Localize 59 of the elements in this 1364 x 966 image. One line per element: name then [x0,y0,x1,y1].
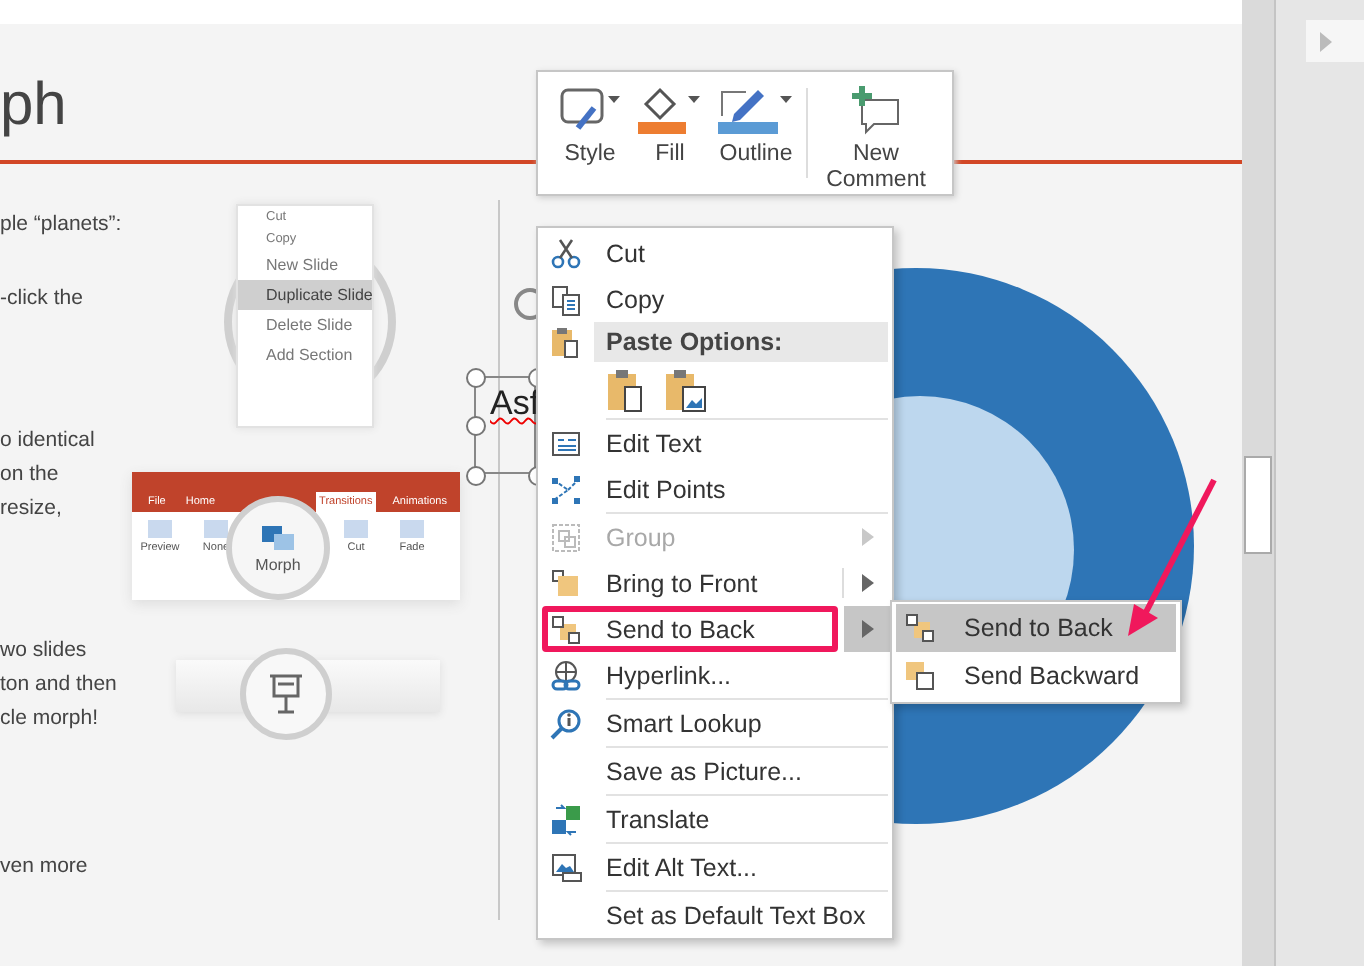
resize-handle[interactable] [466,416,486,436]
menu-item[interactable]: Hyperlink... [538,652,892,698]
menu-item[interactable]: Translate [538,796,892,842]
send-backward-icon [904,660,936,692]
ribbon-label: Morph [255,555,301,573]
menu-item[interactable]: Bring to Front [538,560,892,606]
menu-item[interactable]: Send to Back [538,606,892,652]
effect-thumbnail [148,520,172,538]
toolbar-button[interactable]: Style [550,72,630,194]
resize-handle[interactable] [466,466,486,486]
menu-item[interactable]: Edit Text [538,420,892,466]
scissors-icon [550,237,582,269]
menu-item[interactable]: Save as Picture... [538,748,892,794]
globe-link-icon [550,659,582,691]
menu-item[interactable]: Smart Lookup [538,700,892,746]
send-to-back-icon [550,613,582,645]
menu-item[interactable]: Send Backward [964,662,1140,690]
edit-points-icon [550,473,582,505]
menu-item[interactable]: Set as Default Text Box [538,892,892,938]
resize-handle[interactable] [466,368,486,388]
paint-bucket-icon [638,84,702,136]
effect-thumbnail [400,520,424,538]
scrollbar-thumb[interactable] [1244,456,1272,554]
group-icon [550,521,582,553]
send-to-back-icon [904,612,936,644]
magnifier-info-icon [550,707,582,739]
menu-item[interactable]: Edit Points [538,466,892,512]
slide-title: ph [0,72,67,140]
menu-item[interactable]: Copy [538,276,892,322]
translate-icon [550,803,582,835]
menu-item[interactable]: Edit Alt Text... [538,844,892,890]
toolbar-button[interactable]: New Comment [812,72,940,194]
slide-text: wo slides ton and then cle morph! [0,636,117,734]
bring-to-front-icon [550,567,582,599]
submenu-arrow-icon[interactable] [862,574,874,592]
copy-icon [550,283,582,315]
slide-text: o identical on the resize, [0,426,95,524]
morph-icon [260,523,296,551]
effect-thumbnail [344,520,368,538]
menu-section-header: Paste Options: [594,322,888,362]
toolbar-button[interactable]: Outline [710,72,802,194]
submenu-arrow-icon[interactable] [862,620,874,638]
toolbar-button[interactable]: Fill [630,72,710,194]
picture-icon [550,851,582,883]
slide-text: -click the [0,284,83,314]
menu-item: Group [538,514,892,560]
clipboard-paste-icon[interactable] [606,368,646,412]
text-box-text: Asf [490,384,540,424]
slide-text: ple “planets”: [0,210,122,240]
menu-item[interactable]: Cut [538,230,892,276]
clipboard-icon [550,326,582,358]
comment-add-icon [850,84,902,136]
pen-outline-icon [718,84,794,136]
text-box-icon [550,427,582,459]
shape-style-icon [558,84,622,136]
clipboard-picture-icon[interactable] [664,368,708,412]
projector-screen-icon [266,672,306,716]
effect-thumbnail [204,520,228,538]
slide-text: ven more [0,852,88,882]
